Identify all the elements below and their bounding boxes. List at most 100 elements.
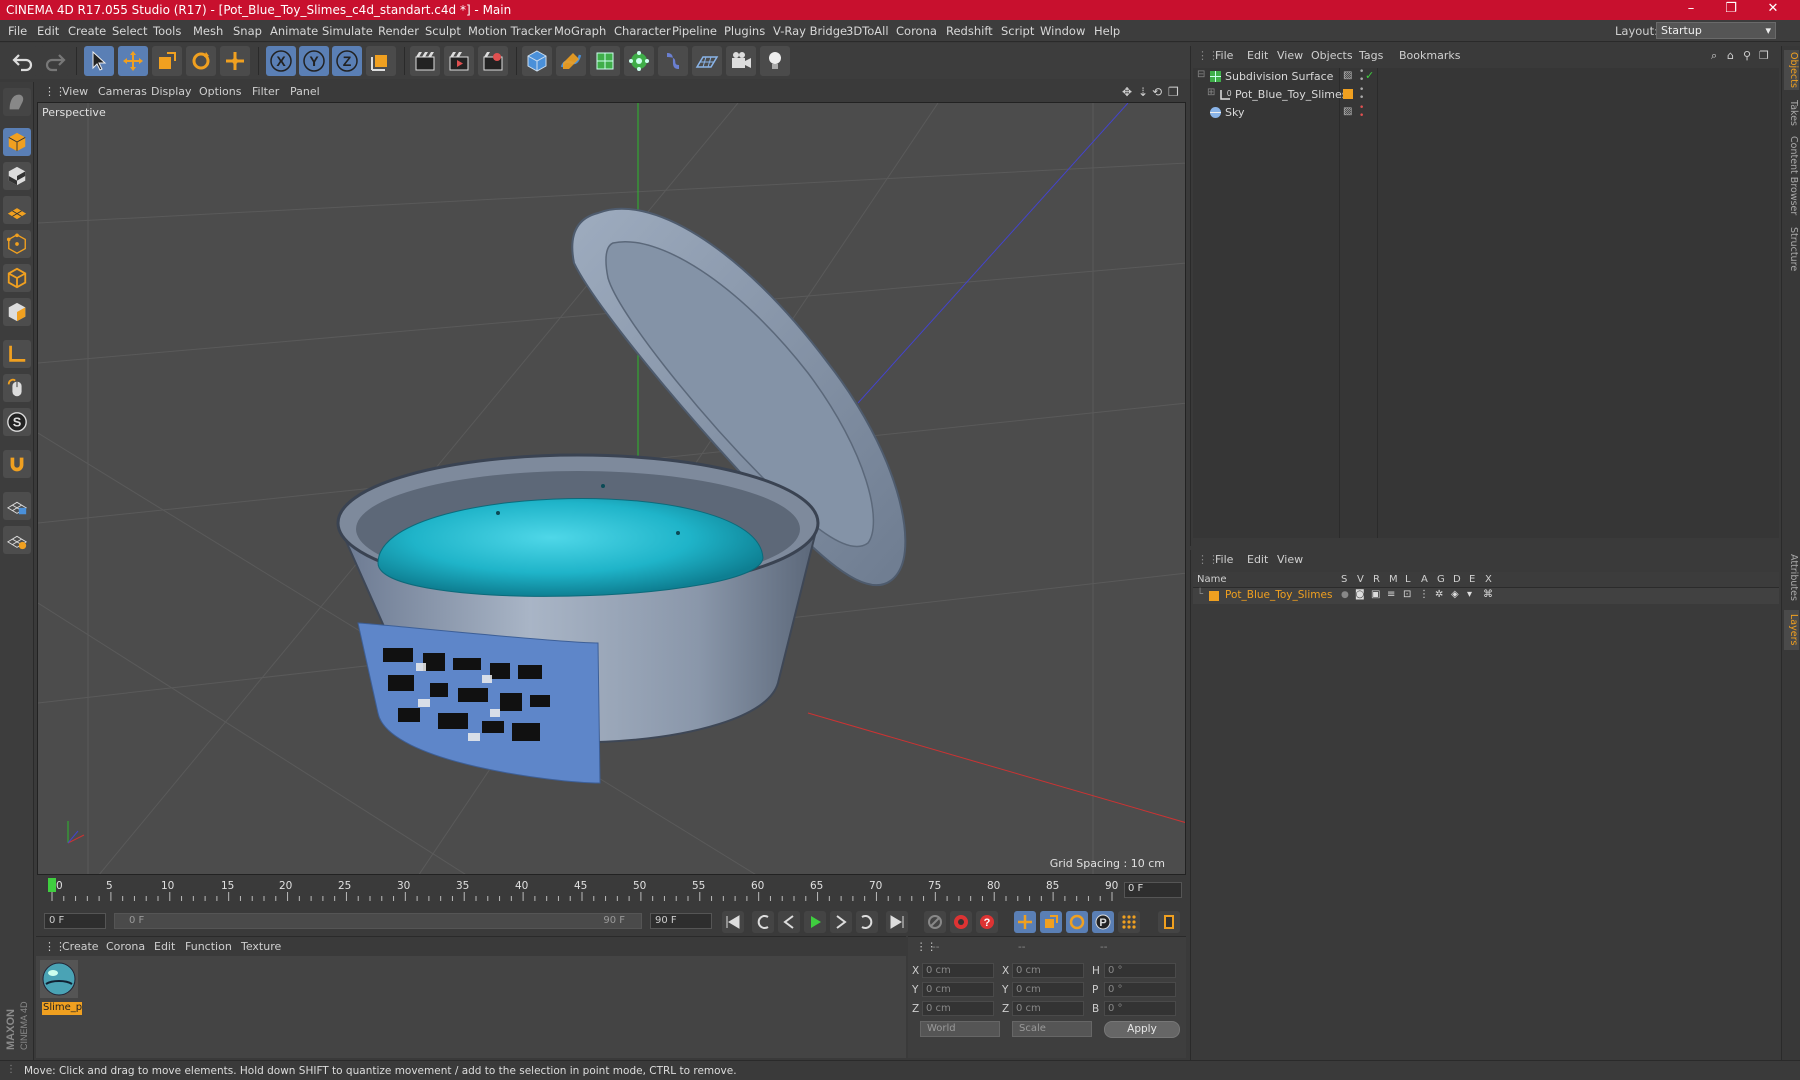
animation-toggle-icon[interactable]: ⋮ bbox=[1419, 589, 1429, 600]
previous-key-button[interactable] bbox=[752, 911, 774, 933]
viewport-menu-panel[interactable]: Panel bbox=[290, 85, 320, 98]
menu-simulate[interactable]: Simulate bbox=[322, 24, 373, 38]
redo-button[interactable] bbox=[40, 46, 70, 76]
lock-icon[interactable]: ⚲ bbox=[1743, 49, 1751, 62]
maximize-panel-icon[interactable]: ❐ bbox=[1759, 49, 1769, 62]
menu-script[interactable]: Script bbox=[1001, 24, 1034, 38]
pos-x-field[interactable]: 0 cm bbox=[922, 963, 994, 978]
material-menu-function[interactable]: Function bbox=[185, 940, 232, 953]
layers-menu-edit[interactable]: Edit bbox=[1247, 553, 1268, 566]
expand-icon[interactable]: ⊞ bbox=[1207, 87, 1215, 98]
objects-menu-tags[interactable]: Tags bbox=[1359, 49, 1383, 62]
visibility-dots-icon[interactable]: • • bbox=[1359, 86, 1364, 103]
add-deformer-button[interactable] bbox=[658, 46, 688, 76]
view-toggle-icon[interactable]: ◙ bbox=[1355, 589, 1365, 600]
material-menu-create[interactable]: Create bbox=[62, 940, 99, 953]
search-icon[interactable]: ⌕ bbox=[1711, 49, 1717, 63]
object-row-sky[interactable]: Sky ▨ • • bbox=[1193, 104, 1779, 122]
z-axis-button[interactable]: Z bbox=[332, 46, 362, 76]
pos-z-field[interactable]: 0 cm bbox=[922, 1001, 994, 1016]
layers-menu-file[interactable]: File bbox=[1215, 553, 1233, 566]
frame-range-slider[interactable]: 0 F 90 F bbox=[114, 913, 642, 929]
menu-pipeline[interactable]: Pipeline bbox=[672, 24, 717, 38]
axis-mode-button[interactable] bbox=[3, 340, 31, 368]
pos-y-field[interactable]: 0 cm bbox=[922, 982, 994, 997]
menu-3dtoall[interactable]: 3DToAll bbox=[846, 24, 889, 38]
menu-animate[interactable]: Animate bbox=[270, 24, 318, 38]
add-camera-button[interactable] bbox=[726, 46, 756, 76]
playhead[interactable] bbox=[48, 878, 56, 892]
generator-toggle-icon[interactable]: ✲ bbox=[1435, 589, 1443, 600]
play-button[interactable] bbox=[804, 911, 826, 933]
size-mode-select[interactable]: Scale bbox=[1012, 1021, 1092, 1037]
layers-menu-view[interactable]: View bbox=[1277, 553, 1303, 566]
polygons-mode-button[interactable] bbox=[3, 298, 31, 326]
move-tool-button[interactable] bbox=[118, 46, 148, 76]
apply-button[interactable]: Apply bbox=[1104, 1021, 1180, 1038]
menu-select[interactable]: Select bbox=[112, 24, 147, 38]
expression-toggle-icon[interactable]: ▾ bbox=[1467, 589, 1472, 600]
render-toggle-icon[interactable]: ▣ bbox=[1371, 589, 1380, 600]
solo-toggle-icon[interactable]: ● bbox=[1341, 590, 1349, 600]
add-spline-button[interactable] bbox=[556, 46, 586, 76]
home-icon[interactable]: ⌂ bbox=[1727, 49, 1734, 62]
tab-attributes[interactable]: Attributes bbox=[1784, 552, 1799, 602]
make-editable-button[interactable] bbox=[3, 88, 31, 116]
keyframe-selection-button[interactable]: ? bbox=[976, 911, 998, 933]
add-mograph-button[interactable] bbox=[624, 46, 654, 76]
texture-mode-button[interactable] bbox=[3, 162, 31, 190]
menu-snap[interactable]: Snap bbox=[233, 24, 262, 38]
layout-select[interactable]: Startup ▾ bbox=[1656, 22, 1776, 39]
workplane-button[interactable] bbox=[3, 196, 31, 224]
next-frame-button[interactable] bbox=[830, 911, 852, 933]
viewport-menu-filter[interactable]: Filter bbox=[252, 85, 279, 98]
objects-menu-objects[interactable]: Objects bbox=[1311, 49, 1353, 62]
edges-mode-button[interactable] bbox=[3, 264, 31, 292]
menu-file[interactable]: File bbox=[8, 24, 27, 38]
add-light-button[interactable] bbox=[760, 46, 790, 76]
tab-layers[interactable]: Layers bbox=[1784, 610, 1799, 650]
solo-button[interactable]: S bbox=[3, 408, 31, 436]
visibility-dots-icon[interactable]: • • bbox=[1359, 104, 1364, 121]
material-menu-edit[interactable]: Edit bbox=[154, 940, 175, 953]
go-to-end-button[interactable] bbox=[886, 911, 908, 933]
key-rotation-button[interactable] bbox=[1066, 911, 1088, 933]
tab-content-browser[interactable]: Content Browser bbox=[1784, 136, 1799, 216]
object-row-subdivision-surface[interactable]: ⊟ Subdivision Surface ▨ • • ✓ bbox=[1193, 68, 1779, 86]
menu-edit[interactable]: Edit bbox=[37, 24, 59, 38]
snap-button[interactable] bbox=[3, 450, 31, 478]
layer-tag-icon[interactable]: ▨ bbox=[1343, 106, 1352, 117]
add-environment-button[interactable] bbox=[692, 46, 722, 76]
layer-row[interactable]: └ Pot_Blue_Toy_Slimes ● ◙ ▣ ≡ ⊡ ⋮ ✲ ◈ ▾ … bbox=[1193, 588, 1779, 604]
objects-menu-edit[interactable]: Edit bbox=[1247, 49, 1268, 62]
timeline[interactable]: 0 5 10 15 20 25 30 35 40 45 50 55 60 65 … bbox=[36, 877, 1186, 909]
tab-objects[interactable]: Objects bbox=[1784, 50, 1799, 90]
rot-h-field[interactable]: 0 ° bbox=[1104, 963, 1176, 978]
key-parameter-button[interactable]: P bbox=[1092, 911, 1114, 933]
menu-tools[interactable]: Tools bbox=[153, 24, 181, 38]
add-cube-button[interactable] bbox=[522, 46, 552, 76]
objects-menu-file[interactable]: File bbox=[1215, 49, 1233, 62]
menu-sculpt[interactable]: Sculpt bbox=[425, 24, 461, 38]
add-nurbs-button[interactable] bbox=[590, 46, 620, 76]
transform-tool-button[interactable] bbox=[220, 46, 250, 76]
object-row-pot[interactable]: ⊞ 0 Pot_Blue_Toy_Slimes • • bbox=[1193, 86, 1779, 104]
collapse-icon[interactable]: ⊟ bbox=[1197, 69, 1205, 80]
scale-tool-button[interactable] bbox=[152, 46, 182, 76]
go-to-start-button[interactable] bbox=[722, 911, 744, 933]
coordinate-system-button[interactable] bbox=[366, 46, 396, 76]
coordinate-mode-select[interactable]: World bbox=[920, 1021, 1000, 1037]
live-selection-button[interactable] bbox=[84, 46, 114, 76]
rot-b-field[interactable]: 0 ° bbox=[1104, 1001, 1176, 1016]
menu-render[interactable]: Render bbox=[378, 24, 419, 38]
enabled-check-icon[interactable]: ✓ bbox=[1365, 69, 1374, 82]
menu-character[interactable]: Character bbox=[614, 24, 671, 38]
tab-takes[interactable]: Takes bbox=[1784, 98, 1799, 128]
close-button[interactable]: ✕ bbox=[1758, 1, 1788, 19]
maximize-button[interactable]: ❐ bbox=[1716, 1, 1746, 19]
timeline-window-button[interactable] bbox=[1158, 911, 1180, 933]
start-frame-field[interactable]: 0 F bbox=[44, 913, 106, 929]
visibility-dots-icon[interactable]: • • bbox=[1359, 68, 1364, 85]
menu-corona[interactable]: Corona bbox=[896, 24, 937, 38]
layer-tag-icon[interactable]: ▨ bbox=[1343, 70, 1352, 81]
